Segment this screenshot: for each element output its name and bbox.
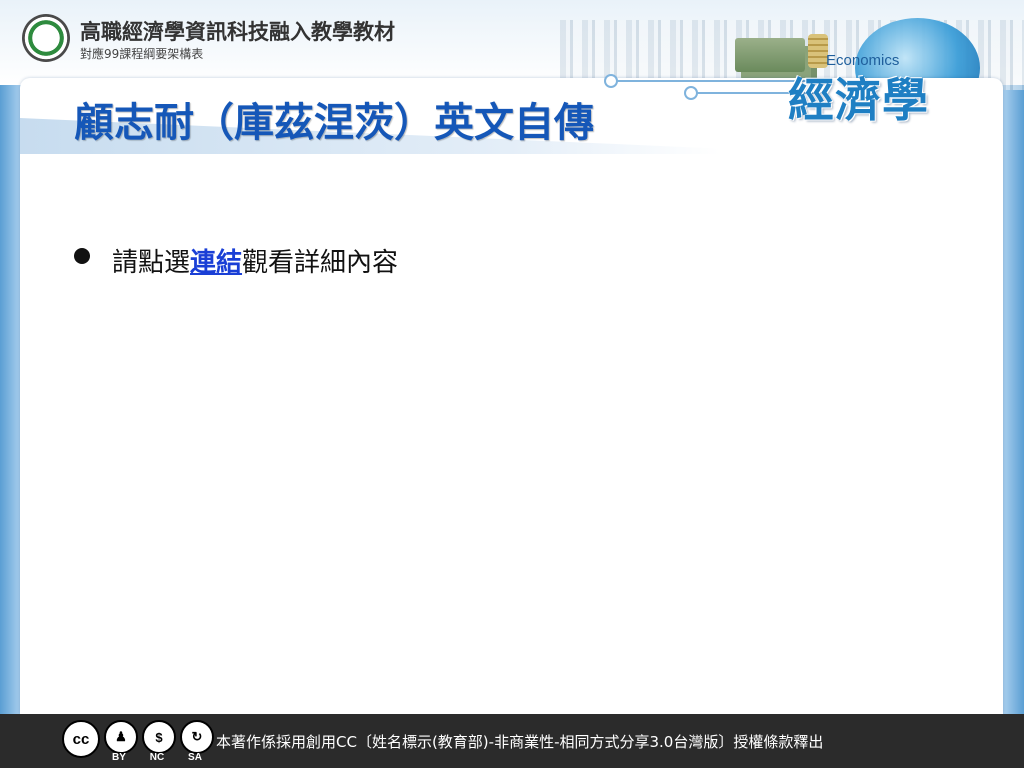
cc-by-badge: ♟ BY (104, 720, 138, 763)
slide: 高職經濟學資訊科技融入教學教材 對應99課程綱要架構表 Economics 經濟… (0, 0, 1024, 768)
decorative-circle (684, 86, 698, 100)
bullet-suffix: 觀看詳細內容 (242, 248, 399, 278)
person-icon: ♟ (104, 720, 138, 754)
share-alike-icon: ↻ (180, 720, 214, 754)
bullet-item: 請點選連結觀看詳細內容 (112, 242, 398, 279)
bullet-prefix: 請點選 (112, 248, 191, 278)
cc-by-label: BY (112, 752, 126, 763)
decorative-circle (604, 74, 618, 88)
coin-stack-image (808, 34, 828, 68)
header-subtitle: 對應99課程綱要架構表 (80, 47, 204, 61)
cc-nc-label: NC (149, 752, 165, 763)
brand-chinese-logo: 經濟學 (788, 73, 929, 127)
content-panel (20, 78, 1003, 714)
ministry-of-education-logo (22, 14, 70, 62)
slide-title: 顧志耐（庫茲涅茨）英文自傳 (74, 99, 594, 146)
cc-sa-label: SA (188, 752, 202, 763)
no-dollar-icon: $ (142, 720, 176, 754)
header-title: 高職經濟學資訊科技融入教學教材 (80, 21, 395, 44)
license-text: 本著作係採用創用CC〔姓名標示(教育部)-非商業性-相同方式分享3.0台灣版〕授… (216, 733, 824, 751)
bullet-dot-icon (74, 248, 90, 264)
cc-sa-badge: ↻ SA (180, 720, 214, 763)
cc-icon: cc (62, 720, 100, 758)
cc-nc-badge: $ NC (142, 720, 176, 763)
detail-link[interactable]: 連結 (190, 248, 242, 278)
creative-commons-badges: cc ♟ BY $ NC ↻ SA (62, 720, 214, 764)
